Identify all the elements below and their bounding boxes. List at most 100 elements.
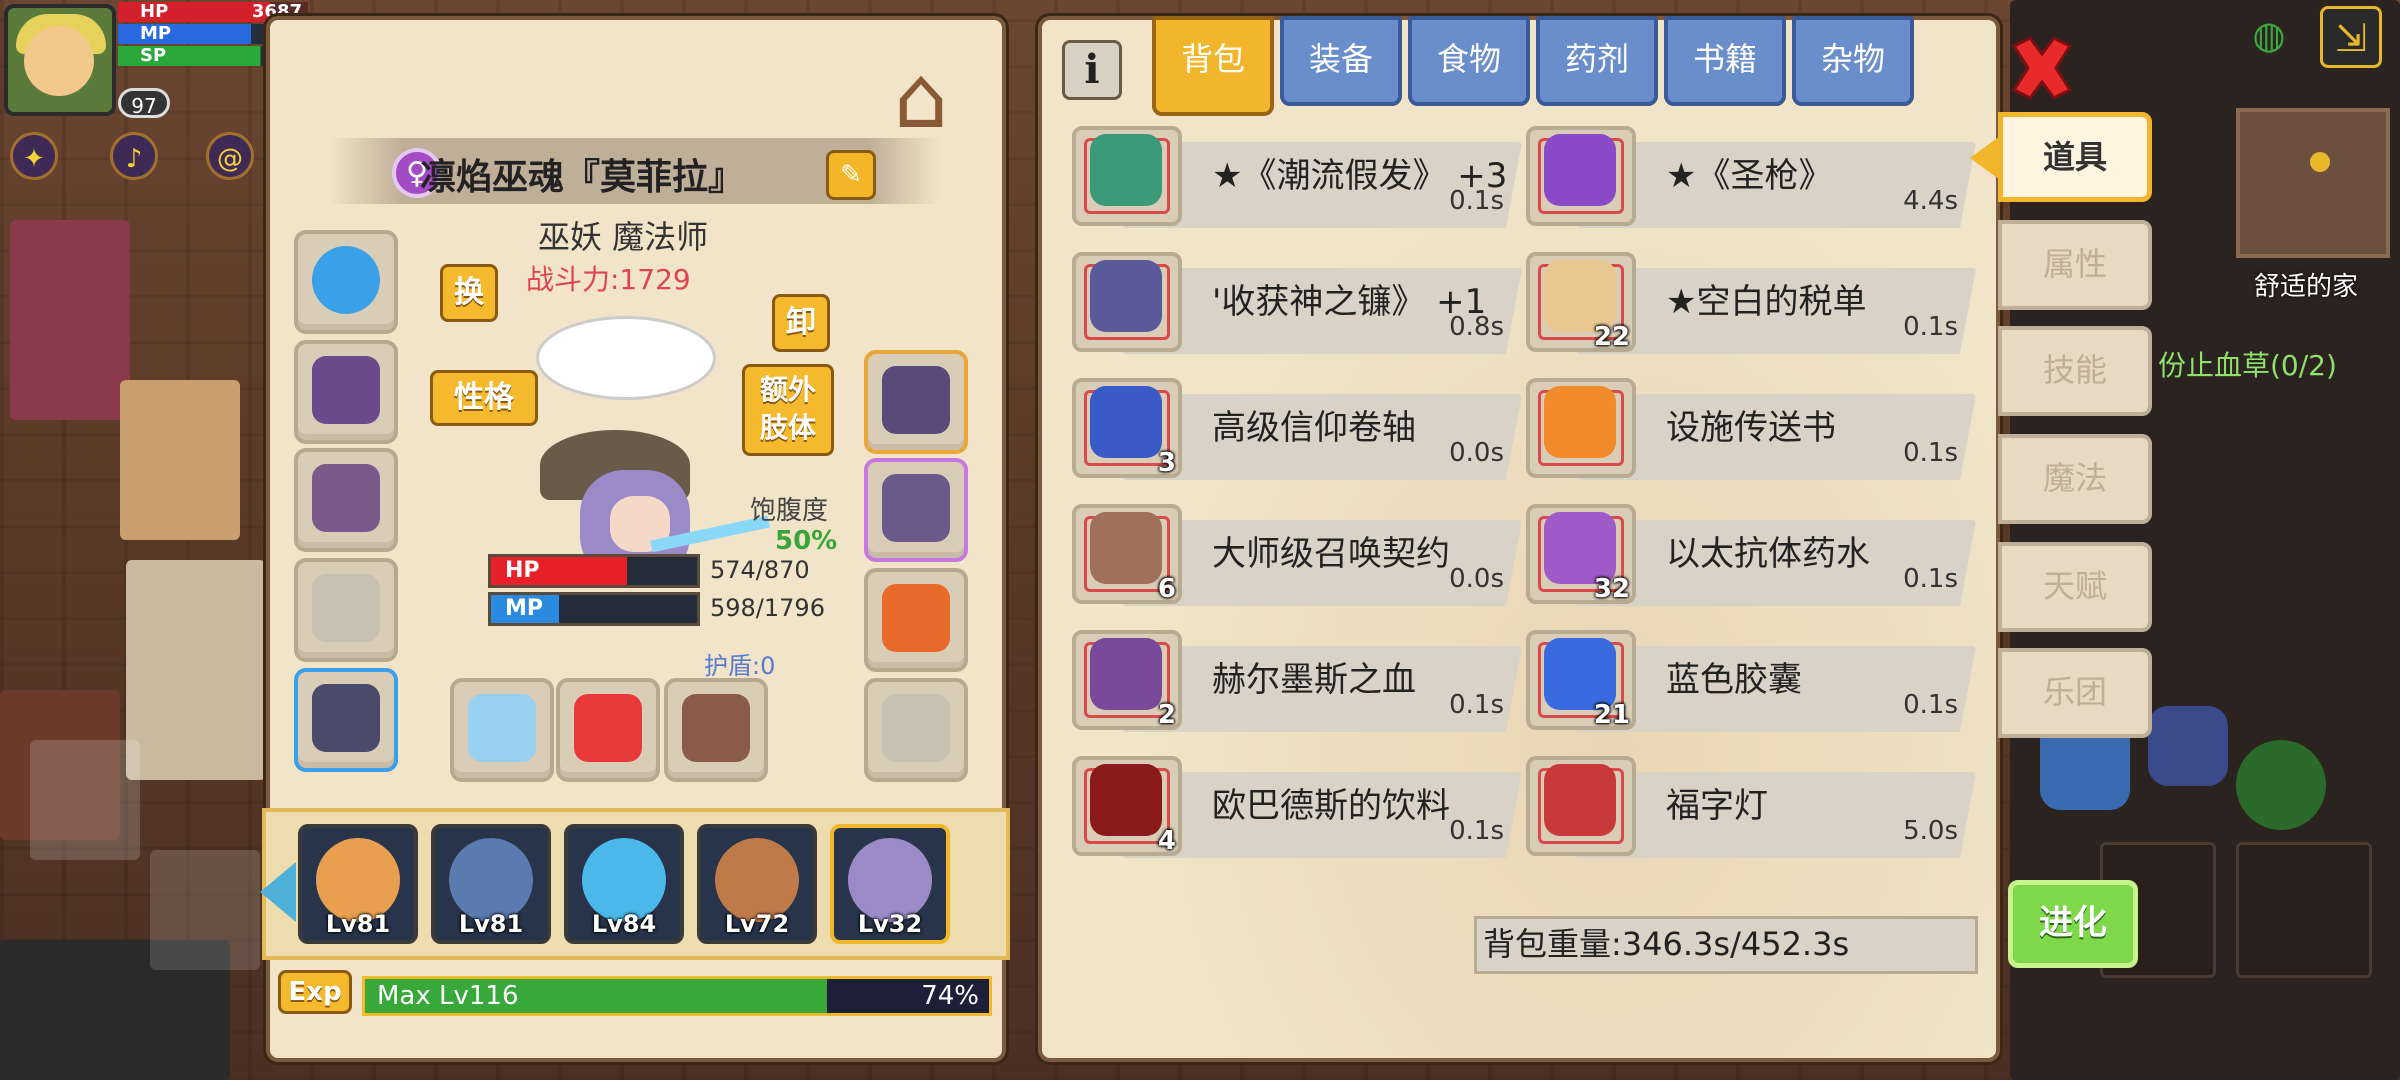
inventory-item[interactable]: 2 赫尔墨斯之血 0.1s — [1072, 624, 1522, 732]
item-slot[interactable]: 22 — [1526, 252, 1636, 352]
bow-weapon-icon[interactable] — [2236, 842, 2372, 978]
equip-slot-helmet[interactable] — [294, 230, 398, 334]
inventory-item[interactable]: '收获神之镰》 +1 0.8s — [1072, 246, 1522, 354]
dpad-left[interactable] — [30, 740, 140, 860]
item-weight: 0.1s — [1903, 690, 1958, 720]
item-slot[interactable]: 4 — [1072, 756, 1182, 856]
spiral-icon[interactable]: @ — [206, 132, 254, 180]
equip-slot-armor[interactable] — [294, 448, 398, 552]
team-member-4[interactable]: Lv72 — [697, 824, 817, 944]
quest-tracker[interactable]: 份止血草(0/2) — [2158, 344, 2337, 384]
player-avatar[interactable] — [4, 4, 116, 116]
bg-carpet — [120, 380, 240, 540]
equip-slot-belt[interactable] — [864, 458, 968, 562]
rune-skill-icon[interactable] — [2148, 706, 2228, 786]
item-weight: 0.1s — [1449, 816, 1504, 846]
equip-slot-pet[interactable] — [864, 568, 968, 672]
side-tab-band[interactable]: 乐团 — [1998, 648, 2152, 738]
side-tab-talents[interactable]: 天赋 — [1998, 542, 2152, 632]
info-icon[interactable]: i — [1062, 40, 1122, 100]
equip-slot-gauntlet[interactable] — [864, 350, 968, 454]
network-globe-icon[interactable]: ◍ — [2238, 6, 2300, 68]
item-slot[interactable] — [1526, 126, 1636, 226]
evolve-button[interactable]: 进化 — [2008, 880, 2138, 968]
player-level-badge: 97 — [118, 88, 170, 118]
tab-food[interactable]: 食物 — [1408, 16, 1530, 106]
item-slot[interactable] — [1526, 756, 1636, 856]
item-slot[interactable] — [1072, 126, 1182, 226]
equip-slot-weapon-sword[interactable] — [450, 678, 554, 782]
unequip-button[interactable]: 卸 — [772, 294, 830, 352]
tab-backpack[interactable]: 背包 — [1152, 16, 1274, 116]
team-member-2[interactable]: Lv81 — [431, 824, 551, 944]
equip-slot-weapon-red-sword[interactable] — [556, 678, 660, 782]
exit-door-icon[interactable]: ⇲ — [2320, 6, 2382, 68]
equip-slot-gloves-empty[interactable] — [294, 558, 398, 662]
equip-slot-spellbook[interactable] — [664, 678, 768, 782]
item-weight: 0.1s — [1449, 690, 1504, 720]
inventory-panel: i 背包 装备 食物 药剂 书籍 杂物 ★《潮流假发》 +3 0.1s ★《圣枪》 4… — [1038, 16, 2000, 1062]
team-member-1[interactable]: Lv81 — [298, 824, 418, 944]
team-bar: Lv81 Lv81 Lv84 Lv72 Lv32 — [260, 808, 1010, 960]
item-name: 赫尔墨斯之血 — [1212, 660, 1416, 700]
member-level: Lv81 — [325, 910, 391, 938]
experience-bar: Max Lv116 74% — [362, 976, 992, 1016]
item-slot[interactable]: 21 — [1526, 630, 1636, 730]
inventory-item[interactable]: 福字灯 5.0s — [1526, 750, 1976, 858]
mp-value: 598/1796 — [710, 594, 825, 622]
item-slot[interactable]: 3 — [1072, 378, 1182, 478]
inventory-item[interactable]: ★《圣枪》 4.4s — [1526, 120, 1976, 228]
ice-sword-icon — [468, 694, 536, 762]
inventory-item[interactable]: 22 ★空白的税单 0.1s — [1526, 246, 1976, 354]
swap-button[interactable]: 换 — [440, 264, 498, 322]
side-tab-attributes[interactable]: 属性 — [1998, 220, 2152, 310]
item-weight: 0.0s — [1449, 564, 1504, 594]
personality-button[interactable]: 性格 — [430, 370, 538, 426]
item-slot[interactable] — [1526, 378, 1636, 478]
bag-weight: 背包重量:346.3s/452.3s — [1474, 916, 1978, 974]
equip-slot-boots[interactable] — [294, 668, 398, 772]
item-slot[interactable] — [1072, 252, 1182, 352]
wardrobe-hanger-icon[interactable]: ⌂ — [856, 48, 986, 148]
item-slot[interactable]: 6 — [1072, 504, 1182, 604]
item-weight: 0.0s — [1449, 438, 1504, 468]
inventory-item[interactable]: 设施传送书 0.1s — [1526, 372, 1976, 480]
item-count: 32 — [1593, 574, 1630, 604]
hp-value: 574/870 — [710, 556, 810, 584]
character-mp-bar: MP — [488, 592, 700, 626]
inventory-item[interactable]: ★《潮流假发》 +3 0.1s — [1072, 120, 1522, 228]
inventory-item[interactable]: 21 蓝色胶囊 0.1s — [1526, 624, 1976, 732]
flame-swirl-icon[interactable]: ✦ — [10, 132, 58, 180]
inventory-item[interactable]: 3 高级信仰卷轴 0.0s — [1072, 372, 1522, 480]
item-slot[interactable]: 2 — [1072, 630, 1182, 730]
close-icon[interactable] — [2002, 28, 2082, 108]
empty-ring-icon — [882, 694, 950, 762]
minimap[interactable] — [2236, 108, 2390, 258]
team-scroll-left-arrow-icon[interactable] — [260, 862, 296, 922]
item-name: ★空白的税单 — [1666, 282, 1867, 322]
thought-bubble — [536, 316, 716, 400]
tab-misc[interactable]: 杂物 — [1792, 16, 1914, 106]
green-burst-skill-icon[interactable] — [2236, 740, 2326, 830]
member-level: Lv81 — [458, 910, 524, 938]
inventory-item[interactable]: 6 大师级召唤契约 0.0s — [1072, 498, 1522, 606]
equip-slot-necklace[interactable] — [294, 340, 398, 444]
rename-pencil-icon[interactable]: ✎ — [826, 150, 876, 200]
blood-flask-icon — [1090, 638, 1162, 710]
combat-power: 战斗力:1729 — [526, 263, 691, 296]
side-tab-magic[interactable]: 魔法 — [1998, 434, 2152, 524]
inventory-item[interactable]: 32 以太抗体药水 0.1s — [1526, 498, 1976, 606]
item-name: 大师级召唤契约 — [1212, 534, 1450, 574]
team-member-5[interactable]: Lv32 — [830, 824, 950, 944]
tab-potions[interactable]: 药剂 — [1536, 16, 1658, 106]
tab-equipment[interactable]: 装备 — [1280, 16, 1402, 106]
side-tab-skills[interactable]: 技能 — [1998, 326, 2152, 416]
tab-books[interactable]: 书籍 — [1664, 16, 1786, 106]
inventory-item[interactable]: 4 欧巴德斯的饮料 0.1s — [1072, 750, 1522, 858]
item-slot[interactable]: 32 — [1526, 504, 1636, 604]
equip-slot-ring-empty[interactable] — [864, 678, 968, 782]
music-note-icon[interactable]: ♪ — [110, 132, 158, 180]
team-member-3[interactable]: Lv84 — [564, 824, 684, 944]
dpad-down-heart[interactable] — [150, 850, 260, 970]
side-tab-items[interactable]: 道具 — [1998, 112, 2152, 202]
